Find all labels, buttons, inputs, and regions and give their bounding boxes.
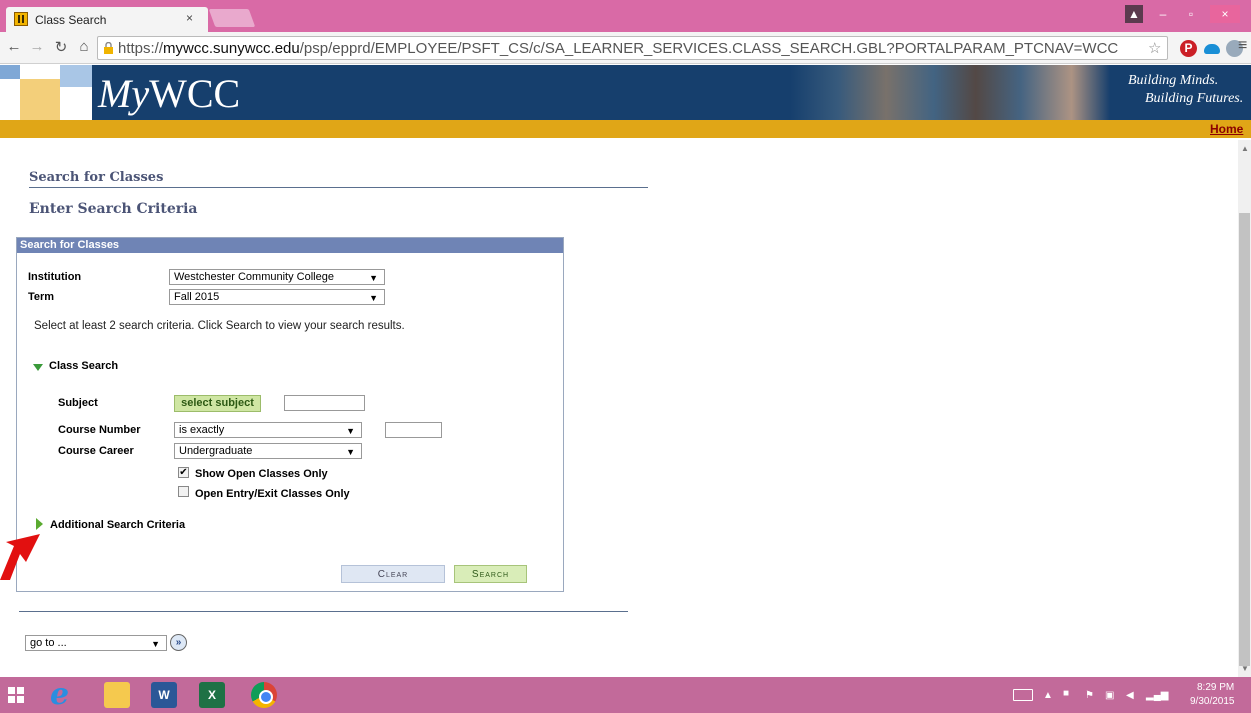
address-bar[interactable]: https://mywcc.sunywcc.edu/psp/epprd/EMPL… (97, 36, 1168, 60)
clock-date[interactable]: 9/30/2015 (1190, 696, 1235, 707)
lock-icon (104, 42, 113, 54)
scroll-down-arrow-icon[interactable]: ▼ (1241, 664, 1249, 673)
network-icon[interactable]: ▣ (1105, 690, 1114, 701)
institution-label: Institution (28, 271, 82, 283)
close-window-button[interactable]: × (1210, 5, 1240, 23)
search-button[interactable]: Search (454, 565, 527, 583)
course-career-select[interactable]: Undergraduate ▼ (174, 443, 362, 459)
scrollbar-thumb[interactable] (1239, 213, 1250, 666)
search-for-classes-panel: Search for Classes Institution Westchest… (16, 237, 564, 592)
goto-go-button[interactable]: » (170, 634, 187, 651)
windows-start-icon[interactable] (8, 687, 24, 703)
tray-expand-icon[interactable]: ▲ (1043, 690, 1053, 701)
open-entry-exit-label: Open Entry/Exit Classes Only (195, 488, 350, 500)
page-subtitle: Enter Search Criteria (29, 201, 198, 217)
file-explorer-icon[interactable] (104, 682, 130, 708)
tab-close-icon[interactable]: × (186, 11, 193, 25)
course-career-label: Course Career (58, 445, 134, 457)
signal-icon[interactable]: ▂▄▆ (1146, 690, 1168, 701)
flag-icon[interactable]: ⚑ (1085, 690, 1094, 701)
forward-arrow-icon[interactable]: → (27, 38, 47, 55)
browser-tab-bar: Class Search × ▲ – ▫ × (0, 0, 1251, 32)
select-subject-button[interactable]: select subject (174, 395, 261, 412)
home-icon[interactable]: ⌂ (74, 38, 94, 55)
user-profile-icon[interactable]: ▲ (1125, 5, 1143, 23)
course-number-operator-select[interactable]: is exactly ▼ (174, 422, 362, 438)
course-number-label: Course Number (58, 424, 141, 436)
panel-header: Search for Classes (17, 238, 563, 253)
dropdown-arrow-icon: ▼ (346, 447, 355, 457)
term-select[interactable]: Fall 2015 ▼ (169, 289, 385, 305)
cloud-extension-icon[interactable] (1204, 44, 1220, 54)
clear-button[interactable]: Clear (341, 565, 445, 583)
instructions-text: Select at least 2 search criteria. Click… (34, 320, 405, 332)
browser-tab-class-search[interactable]: Class Search × (6, 7, 208, 32)
url-text: https://mywcc.sunywcc.edu/psp/epprd/EMPL… (118, 40, 1119, 57)
subject-label: Subject (58, 397, 98, 409)
chrome-icon[interactable] (251, 682, 277, 708)
tagline-1: Building Minds. (1128, 73, 1219, 88)
dropdown-arrow-icon: ▼ (369, 273, 378, 283)
volume-icon[interactable]: ◀ (1126, 690, 1134, 701)
excel-icon[interactable]: X (199, 682, 225, 708)
internet-explorer-icon[interactable]: e (50, 680, 76, 710)
banner-student-photo (790, 65, 1110, 120)
scroll-up-arrow-icon[interactable]: ▲ (1241, 144, 1249, 153)
home-link[interactable]: Home (1210, 122, 1243, 136)
red-pointer-arrow-icon (0, 534, 40, 580)
browser-menu-icon[interactable]: ≡ (1238, 37, 1247, 55)
back-arrow-icon[interactable]: ← (4, 38, 24, 55)
open-entry-exit-checkbox[interactable] (178, 486, 189, 497)
new-tab-button[interactable] (208, 9, 256, 27)
word-icon[interactable]: W (151, 682, 177, 708)
bookmark-star-icon[interactable]: ☆ (1148, 39, 1161, 57)
gold-nav-bar: Home (0, 120, 1251, 138)
pinterest-extension-icon[interactable]: P (1180, 40, 1197, 57)
bottom-divider (19, 611, 628, 612)
class-search-section-toggle[interactable]: Class Search (49, 360, 118, 372)
additional-search-criteria-toggle[interactable]: Additional Search Criteria (50, 519, 185, 531)
institution-select[interactable]: Westchester Community College ▼ (169, 269, 385, 285)
clock-time[interactable]: 8:29 PM (1197, 682, 1234, 693)
subject-input[interactable] (284, 395, 365, 411)
tagline-2: Building Futures. (1145, 91, 1244, 106)
show-open-classes-label: Show Open Classes Only (195, 468, 328, 480)
goto-select[interactable]: go to ... ▼ (25, 635, 167, 651)
site-banner: MyWCC Building Minds. Building Futures. (0, 65, 1251, 120)
dropdown-arrow-icon: ▼ (346, 426, 355, 436)
collapsed-triangle-icon[interactable] (36, 518, 43, 530)
dropdown-arrow-icon: ▼ (369, 293, 378, 303)
action-center-icon[interactable]: ■ (1063, 688, 1075, 700)
logo-graphic (0, 65, 92, 120)
dropdown-arrow-icon: ▼ (151, 639, 160, 649)
term-label: Term (28, 291, 55, 303)
minimize-button[interactable]: – (1152, 5, 1174, 23)
page-scrollbar[interactable]: ▲ ▼ (1238, 140, 1251, 677)
show-open-classes-checkbox[interactable]: ✔ (178, 467, 189, 478)
maximize-button[interactable]: ▫ (1180, 5, 1202, 23)
mywcc-logo[interactable]: MyWCC (98, 70, 240, 117)
title-divider (29, 187, 648, 188)
course-number-input[interactable] (385, 422, 442, 438)
expanded-triangle-icon[interactable] (33, 364, 43, 371)
page-title: Search for Classes (29, 170, 164, 185)
reload-icon[interactable]: ↻ (51, 38, 71, 56)
keyboard-icon[interactable] (1013, 689, 1033, 701)
browser-toolbar: ← → ↻ ⌂ https://mywcc.sunywcc.edu/psp/ep… (0, 32, 1251, 64)
site-favicon-icon (14, 12, 28, 26)
tab-title: Class Search (35, 13, 107, 27)
